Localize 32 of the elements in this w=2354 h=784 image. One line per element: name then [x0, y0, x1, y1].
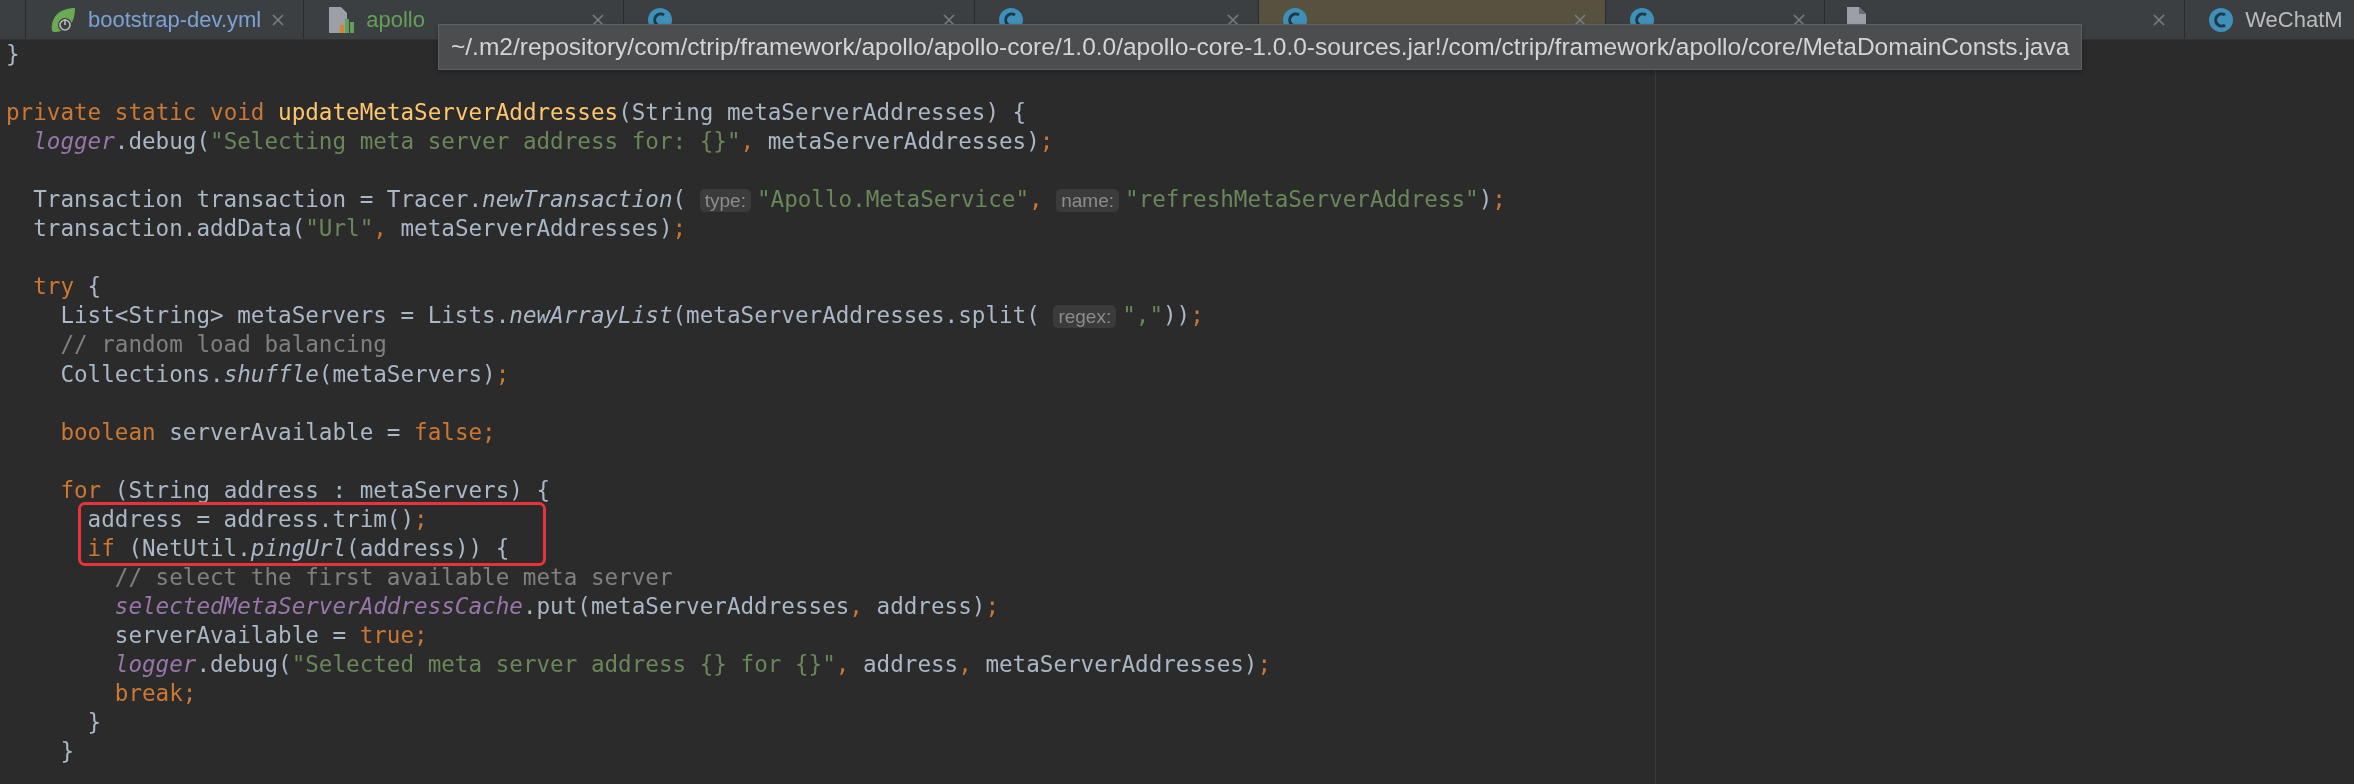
close-icon[interactable] — [591, 12, 606, 27]
class-icon — [2207, 5, 2236, 34]
close-icon[interactable] — [1226, 12, 1241, 27]
code-line: } — [59, 737, 75, 767]
code-line: } — [6, 40, 21, 69]
code-line: logger.debug("Selecting meta server address for: {}", metaServerAddresses); — [32, 127, 1054, 157]
path-tooltip: ~/.m2/repository/com/ctrip/framework/apollo/apollo-core/1.0.0/apollo-core-1.0.0-sources.jar!/com/ctrip/framework/apollo/core/MetaDomainConsts.java — [438, 24, 2083, 70]
close-icon[interactable] — [1792, 12, 1807, 27]
close-icon[interactable] — [942, 12, 957, 27]
code-line: } — [86, 708, 103, 738]
code-line: // select the first available meta server — [113, 562, 673, 592]
editor-tab[interactable]: WeChatM — [2184, 0, 2354, 39]
code-line: // random load balancing — [59, 330, 387, 360]
code-line: serverAvailable = true; — [113, 620, 428, 650]
code-line: Transaction transaction = Tracer.newTransaction( type: "Apollo.MetaService", name: "refreshMetaServerAddress"); — [32, 185, 1506, 215]
close-icon[interactable] — [2152, 12, 2167, 27]
code-line: Collections.shuffle(metaServers); — [59, 359, 510, 389]
code-line: address = address.trim(); — [86, 504, 428, 534]
code-line: for (String address : metaServers) { — [59, 475, 551, 505]
close-icon[interactable] — [271, 12, 286, 27]
close-icon[interactable] — [1573, 12, 1588, 27]
bar-chart-icon — [326, 4, 357, 35]
code-line: List<String> metaServers = Lists.newArrayList(metaServerAddresses.split( regex: ",")); — [59, 301, 1204, 331]
code-line: if (NetUtil.pingUrl(address)) { — [86, 533, 510, 563]
code-line: logger.debug("Selected meta server address {} for {}", address, metaServerAddresses); — [113, 650, 1272, 679]
editor-tab[interactable]: bootstrap-dev.yml — [25, 0, 304, 39]
code-line: selectedMetaServerAddressCache.put(metaServerAddresses, address); — [113, 591, 999, 621]
code-line: boolean serverAvailable = false; — [59, 417, 496, 447]
code-line: break; — [113, 679, 197, 709]
code-line: try { — [32, 272, 102, 302]
code-line: private static void updateMetaServerAddresses(String metaServerAddresses) { — [6, 98, 1027, 128]
code-line: transaction.addData("Url", metaServerAddresses); — [32, 214, 687, 244]
